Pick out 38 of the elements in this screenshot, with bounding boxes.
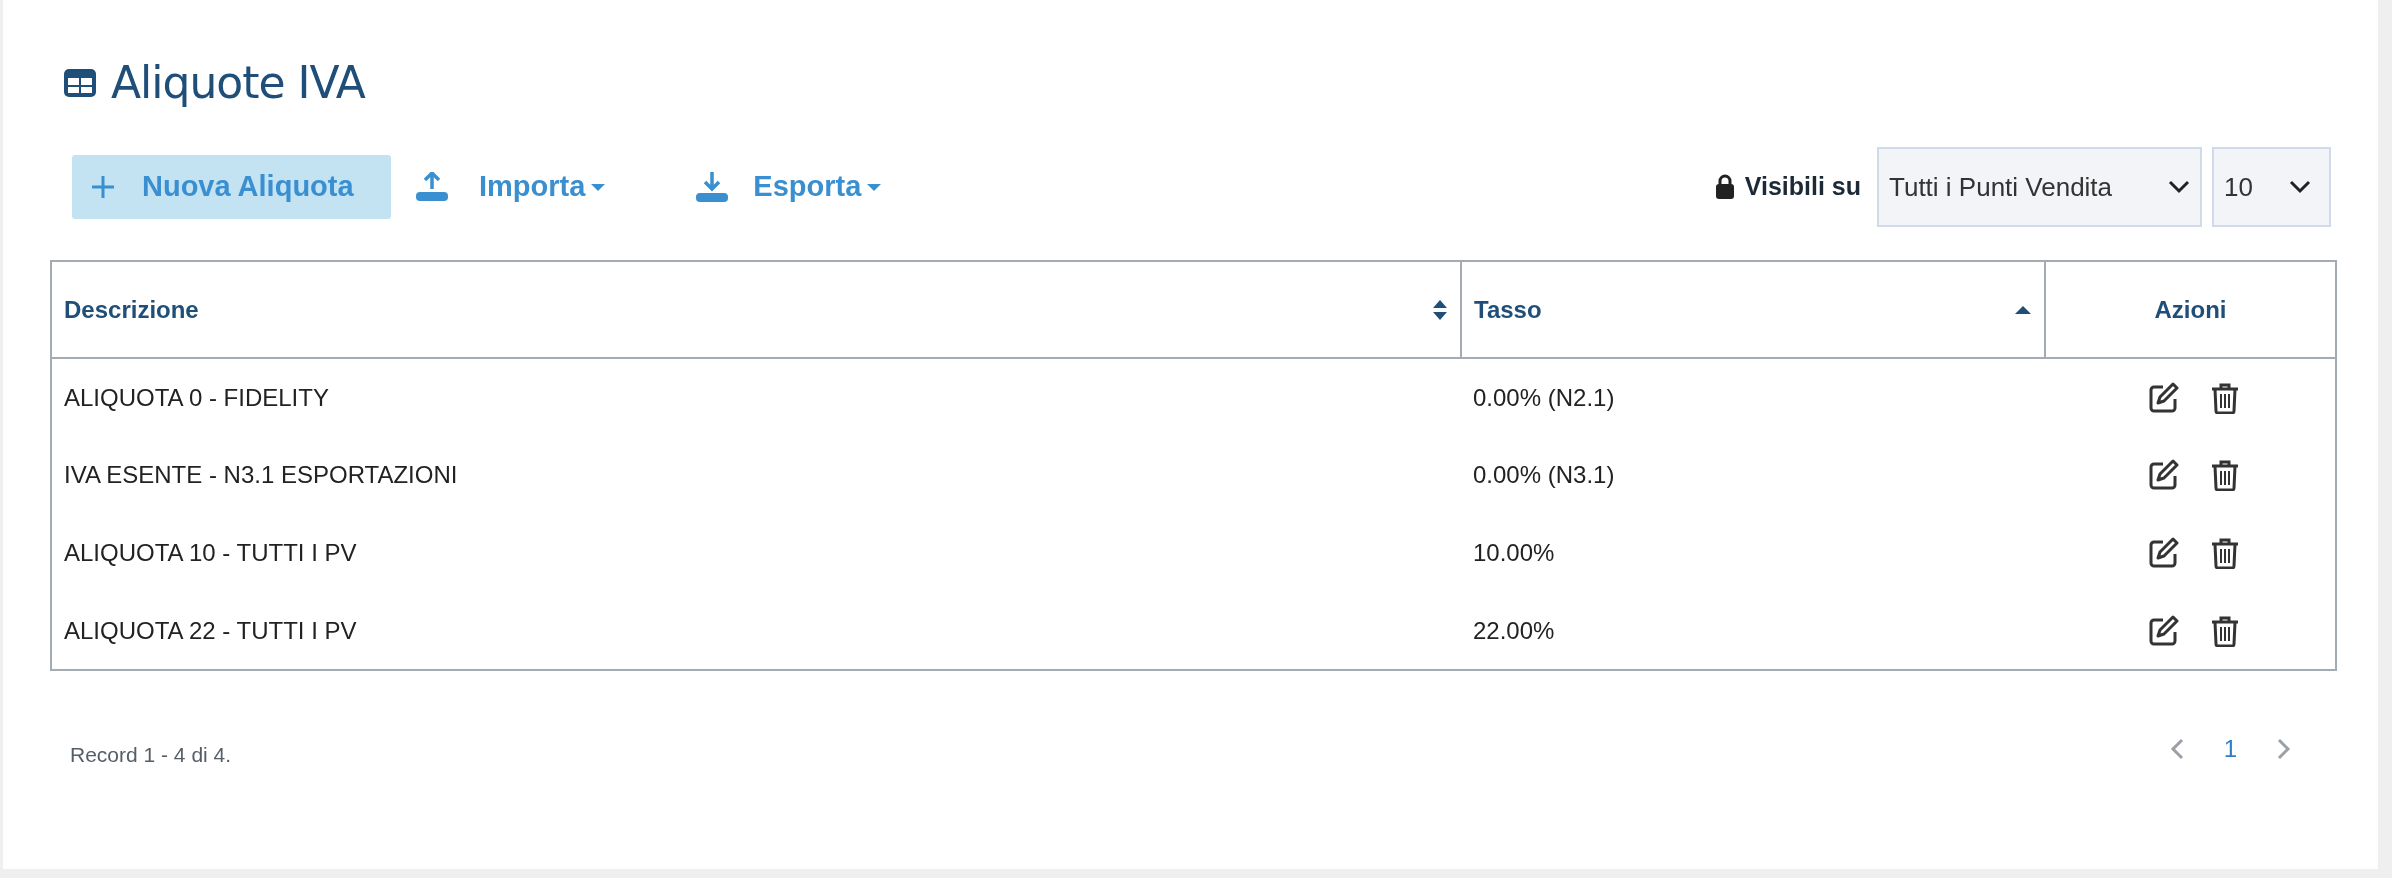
record-count: Record 1 - 4 di 4. bbox=[70, 742, 232, 768]
edit-icon[interactable] bbox=[2149, 537, 2179, 568]
trash-icon[interactable] bbox=[2211, 537, 2239, 569]
visibility-label: Visibili su bbox=[1744, 171, 1861, 203]
table-cell: IVA ESENTE - N3.1 ESPORTAZIONI bbox=[64, 461, 458, 488]
caret-icon bbox=[867, 183, 882, 191]
column-header[interactable]: Descrizione bbox=[64, 291, 199, 328]
trash-icon[interactable] bbox=[2211, 614, 2239, 647]
table-cell: 0.00% (N2.1) bbox=[1473, 383, 1615, 411]
table-cell: ALIQUOTA 0 - FIDELITY bbox=[64, 383, 329, 411]
table-icon bbox=[63, 68, 97, 98]
chevron-down-icon bbox=[2168, 180, 2190, 194]
previous-page-icon[interactable] bbox=[2169, 737, 2184, 760]
store-select[interactable]: Tutti i Punti Vendita bbox=[1877, 147, 2202, 227]
trash-icon[interactable] bbox=[2211, 459, 2239, 491]
upload-icon bbox=[415, 172, 449, 202]
table-cell: 22.00% bbox=[1473, 616, 1555, 644]
page-size-select[interactable]: 10 bbox=[2212, 147, 2331, 227]
sort-icon[interactable] bbox=[1432, 298, 1448, 321]
edit-icon[interactable] bbox=[2149, 614, 2179, 646]
caret-icon bbox=[591, 183, 606, 191]
page-link[interactable]: 1 bbox=[2207, 730, 2253, 767]
lock-icon bbox=[1714, 174, 1735, 200]
table-cell: 0.00% (N3.1) bbox=[1473, 461, 1615, 488]
download-icon bbox=[695, 171, 730, 203]
trash-icon[interactable] bbox=[2211, 381, 2239, 414]
table-cell: ALIQUOTA 22 - TUTTI I PV bbox=[64, 616, 357, 644]
sort-ascending-icon[interactable] bbox=[2014, 304, 2032, 315]
plus-icon bbox=[90, 174, 116, 200]
table-cell: ALIQUOTA 10 - TUTTI I PV bbox=[64, 539, 357, 566]
edit-icon[interactable] bbox=[2149, 459, 2179, 490]
edit-icon[interactable] bbox=[2149, 381, 2179, 413]
column-header: Azioni bbox=[2154, 294, 2227, 325]
page-title: Aliquote IVA bbox=[111, 56, 365, 110]
table-cell: 10.00% bbox=[1473, 539, 1555, 566]
chevron-down-icon bbox=[2289, 180, 2311, 194]
next-page-icon[interactable] bbox=[2277, 737, 2291, 760]
column-header[interactable]: Tasso bbox=[1474, 291, 1542, 328]
